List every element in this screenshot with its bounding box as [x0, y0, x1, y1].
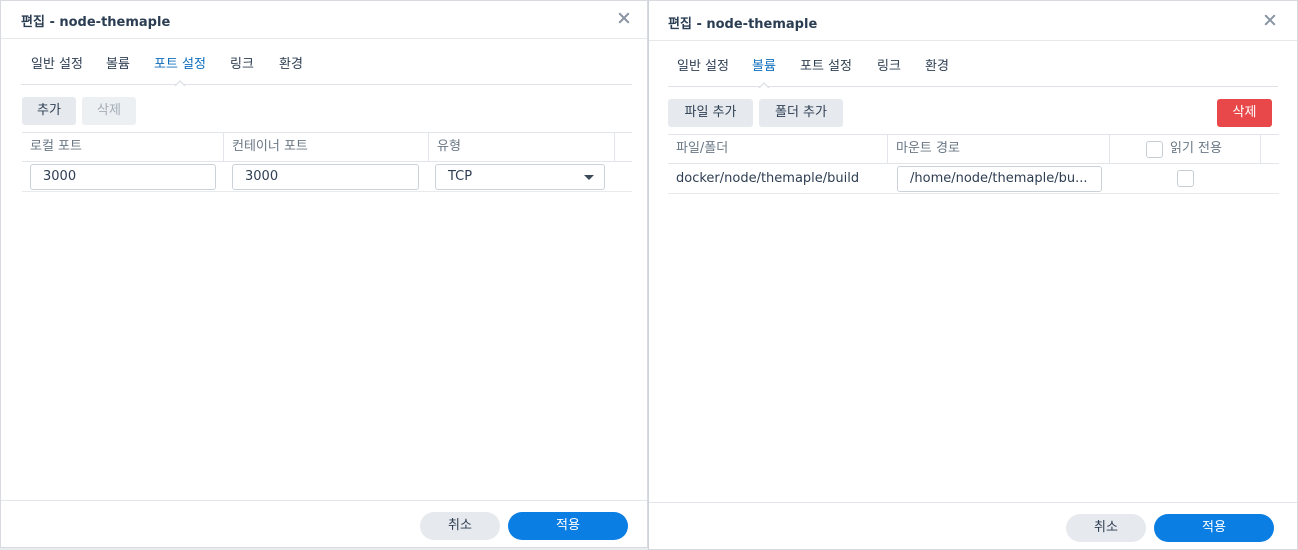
tab-general[interactable]: 일반 설정: [677, 57, 729, 87]
type-select[interactable]: TCP: [435, 164, 605, 190]
cancel-button[interactable]: 취소: [420, 512, 500, 540]
column-mount-path[interactable]: 마운트 경로: [888, 135, 1110, 163]
tab-link[interactable]: 링크: [230, 55, 254, 85]
read-only-checkbox[interactable]: [1177, 170, 1194, 187]
file-folder-cell: docker/node/themaple/build: [676, 171, 860, 186]
tab-link[interactable]: 링크: [877, 57, 901, 87]
select-all-checkbox[interactable]: [1146, 141, 1163, 158]
dialog-titlebar: 편집 - node-themaple: [649, 1, 1297, 41]
tab-general[interactable]: 일반 설정: [31, 55, 83, 85]
tab-bar: 일반 설정 볼륨 포트 설정 링크 환경: [21, 55, 632, 87]
column-file-folder[interactable]: 파일/폴더: [668, 135, 888, 163]
cancel-button[interactable]: 취소: [1066, 514, 1146, 542]
dialog-footer: 취소 적용: [649, 502, 1297, 549]
column-type[interactable]: 유형: [429, 133, 615, 161]
tab-volume[interactable]: 볼륨: [106, 55, 130, 85]
add-file-button[interactable]: 파일 추가: [668, 99, 753, 127]
column-read-only[interactable]: 읽기 전용: [1110, 135, 1261, 163]
column-container-port[interactable]: 컨테이너 포트: [224, 133, 429, 161]
tab-environment[interactable]: 환경: [925, 57, 949, 87]
mount-path-input[interactable]: /home/node/themaple/bu...: [897, 166, 1102, 192]
tab-port-settings[interactable]: 포트 설정: [800, 57, 852, 87]
port-settings-dialog: 편집 - node-themaple 일반 설정 볼륨 포트 설정 링크 환경 …: [0, 0, 648, 548]
volume-table-header: 파일/폴더 마운트 경로 읽기 전용: [668, 134, 1279, 164]
table-row: docker/node/themaple/build /home/node/th…: [668, 164, 1279, 194]
tab-environment[interactable]: 환경: [279, 55, 303, 85]
tab-port-settings[interactable]: 포트 설정: [154, 55, 206, 87]
add-folder-button[interactable]: 폴더 추가: [759, 99, 843, 127]
type-select-value: TCP: [448, 169, 473, 184]
column-read-only-label: 읽기 전용: [1170, 141, 1222, 156]
local-port-input[interactable]: 3000: [30, 164, 216, 190]
dialog-footer: 취소 적용: [1, 500, 647, 547]
close-icon[interactable]: [615, 10, 633, 28]
add-button[interactable]: 추가: [22, 97, 76, 125]
container-port-input[interactable]: 3000: [232, 164, 419, 190]
chevron-down-icon: [584, 175, 594, 180]
tab-bar: 일반 설정 볼륨 포트 설정 링크 환경: [668, 57, 1278, 89]
table-row: 3000 3000 TCP: [22, 162, 632, 192]
tab-volume[interactable]: 볼륨: [752, 57, 776, 89]
dialog-title: 편집 - node-themaple: [668, 17, 818, 32]
volume-dialog: 편집 - node-themaple 일반 설정 볼륨 포트 설정 링크 환경 …: [648, 0, 1298, 550]
apply-button[interactable]: 적용: [1154, 514, 1274, 542]
port-table-header: 로컬 포트 컨테이너 포트 유형: [22, 132, 632, 162]
delete-button[interactable]: 삭제: [1217, 99, 1272, 127]
column-local-port[interactable]: 로컬 포트: [22, 133, 224, 161]
apply-button[interactable]: 적용: [508, 512, 628, 540]
dialog-titlebar: 편집 - node-themaple: [1, 1, 647, 39]
delete-button[interactable]: 삭제: [82, 97, 136, 125]
dialog-title: 편집 - node-themaple: [21, 15, 171, 30]
close-icon[interactable]: [1261, 12, 1279, 30]
